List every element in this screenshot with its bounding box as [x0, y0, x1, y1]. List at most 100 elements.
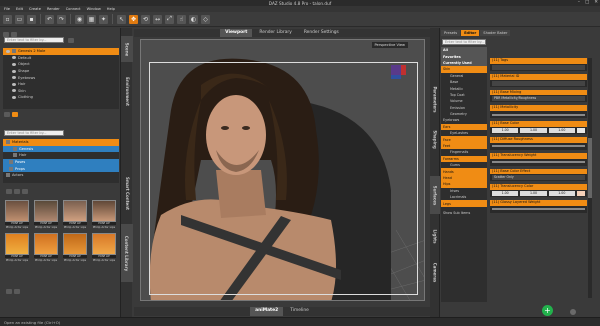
menu-file[interactable]: File [4, 7, 10, 11]
scene-item[interactable]: Hair [3, 81, 119, 88]
content-folder[interactable]: Hair [3, 152, 119, 159]
tab-parameters[interactable]: Parameters [430, 78, 440, 120]
surface-tool-icon[interactable]: ◇ [201, 14, 210, 24]
content-thumb[interactable]: POSE LIP Philip Actor Lips [92, 200, 116, 229]
color-b-field[interactable]: 1.00 [548, 127, 575, 133]
tab-shaping[interactable]: Shaping [430, 124, 440, 154]
options-icon[interactable] [570, 309, 576, 315]
color-r-field[interactable]: 1.00 [492, 127, 519, 133]
color-r-field[interactable]: 1.00 [492, 191, 519, 197]
menu-window[interactable]: Window [87, 7, 101, 11]
tab-environment[interactable]: Environment [121, 68, 133, 114]
content-thumb[interactable]: POSE LIP Philip Actor Lips [63, 233, 87, 262]
content-folder[interactable]: Materials [3, 139, 119, 146]
surfaces-filter-input[interactable]: Enter text to filter by... [442, 39, 486, 45]
view-mode-icon[interactable] [22, 189, 28, 194]
tab-cameras[interactable]: Cameras [430, 256, 440, 288]
render-icon[interactable]: ◉ [75, 14, 84, 24]
scene-item[interactable]: Genesis 2 Male [3, 48, 119, 55]
menu-render[interactable]: Render [47, 7, 60, 11]
content-thumb[interactable]: POSE LIP Philip Actor Lips [63, 200, 87, 229]
content-thumb[interactable]: POSE LIP Philip Actor Lips [5, 233, 29, 262]
content-folder[interactable]: Props [3, 165, 119, 172]
color-swatch[interactable] [576, 127, 585, 133]
content-add-icon[interactable] [6, 289, 12, 294]
scene-item[interactable]: Skin [3, 88, 119, 95]
menu-edit[interactable]: Edit [16, 7, 23, 11]
scene-add-icon[interactable] [4, 112, 10, 117]
scene-item[interactable]: Object [3, 61, 119, 68]
lock-icon[interactable] [12, 49, 16, 54]
undo-icon[interactable]: ↶ [45, 14, 54, 24]
tab-editor[interactable]: Editor [461, 30, 480, 36]
content-refresh-icon[interactable] [14, 289, 20, 294]
select-tool-icon[interactable]: ↖ [117, 14, 126, 24]
content-thumb[interactable]: POSE LIP Philip Actor Lips [5, 200, 29, 229]
scale-tool-icon[interactable]: ⤢ [165, 14, 174, 24]
add-surface-icon[interactable]: + [542, 305, 553, 316]
visibility-icon[interactable] [12, 82, 16, 86]
scene-item[interactable]: Eyebrows [3, 74, 119, 81]
rotate-tool-icon[interactable]: ⟲ [141, 14, 150, 24]
open-file-icon[interactable]: ▭ [15, 14, 24, 24]
scene-item[interactable]: Shape [3, 68, 119, 75]
property-dropdown[interactable]: PBR Metallicity/Roughness [492, 96, 585, 102]
tab-render-library[interactable]: Render Library [254, 29, 296, 37]
close-icon[interactable]: ✕ [594, 0, 598, 5]
maximize-icon[interactable]: □ [585, 0, 589, 5]
color-b-field[interactable]: 1.00 [548, 191, 575, 197]
visibility-icon[interactable] [6, 49, 10, 53]
tab-animate2[interactable]: aniMate2 [250, 307, 284, 316]
property-dropdown[interactable]: Scatter Only [492, 175, 585, 181]
tab-presets[interactable]: Presets [441, 30, 461, 36]
property-slider[interactable] [492, 161, 585, 164]
scene-options-icon[interactable] [68, 38, 74, 43]
scene-options-button[interactable] [12, 112, 18, 117]
tab-viewport[interactable]: Viewport [220, 29, 253, 37]
property-slider[interactable] [492, 208, 585, 211]
property-slider[interactable] [492, 113, 585, 116]
translate-tool-icon[interactable]: ↔ [153, 14, 162, 24]
content-folder[interactable]: Genesis [3, 145, 119, 153]
tab-scene[interactable]: Scene [121, 36, 133, 62]
grid-icon[interactable]: ▦ [87, 14, 96, 24]
property-scrollbar[interactable] [588, 58, 592, 298]
content-search-input[interactable]: Enter text to filter by... [4, 130, 64, 136]
visibility-icon[interactable] [12, 89, 16, 93]
tab-timeline[interactable]: Timeline [285, 307, 314, 316]
tab-content-library[interactable]: Content Library [121, 224, 133, 282]
menu-help[interactable]: Help [107, 7, 115, 11]
property-slider[interactable] [492, 145, 585, 148]
color-g-field[interactable]: 1.00 [520, 191, 547, 197]
content-folder[interactable]: Poses [3, 158, 119, 166]
show-sub-items-toggle[interactable]: Show Sub Items [441, 210, 487, 216]
node-weight-icon[interactable]: ◐ [189, 14, 198, 24]
nav-item[interactable]: Legs [441, 200, 487, 207]
tab-lights[interactable]: Lights [430, 224, 440, 248]
visibility-icon[interactable] [12, 95, 16, 99]
scene-search-input[interactable]: Enter text to filter by... [4, 37, 64, 43]
tab-smart-content[interactable]: Smart Content [121, 168, 133, 218]
menu-create[interactable]: Create [29, 7, 41, 11]
property-dropdown[interactable] [492, 64, 585, 70]
property-dropdown[interactable] [492, 80, 585, 86]
light-icon[interactable]: ✦ [99, 14, 108, 24]
color-g-field[interactable]: 1.00 [520, 127, 547, 133]
universal-tool-icon[interactable]: ✥ [129, 14, 138, 24]
tab-render-settings[interactable]: Render Settings [299, 29, 344, 37]
back-icon[interactable] [6, 189, 12, 194]
minimize-icon[interactable]: – [578, 0, 580, 5]
viewport[interactable]: Perspective View [140, 39, 425, 301]
scene-item[interactable]: Clothing [3, 94, 119, 101]
forward-icon[interactable] [14, 189, 20, 194]
tab-shader-baker[interactable]: Shader Baker [480, 30, 511, 36]
color-swatch[interactable] [576, 191, 585, 197]
save-icon[interactable]: ▪ [27, 14, 36, 24]
visibility-icon[interactable] [12, 56, 16, 60]
content-thumb[interactable]: POSE LIP Philip Actor Lips [92, 233, 116, 262]
redo-icon[interactable]: ↷ [57, 14, 66, 24]
pose-tool-icon[interactable]: ☝ [177, 14, 186, 24]
menu-connect[interactable]: Connect [66, 7, 81, 11]
content-thumb[interactable]: POSE LIP Philip Actor Lips [34, 200, 58, 229]
scene-item[interactable]: Default [3, 55, 119, 62]
